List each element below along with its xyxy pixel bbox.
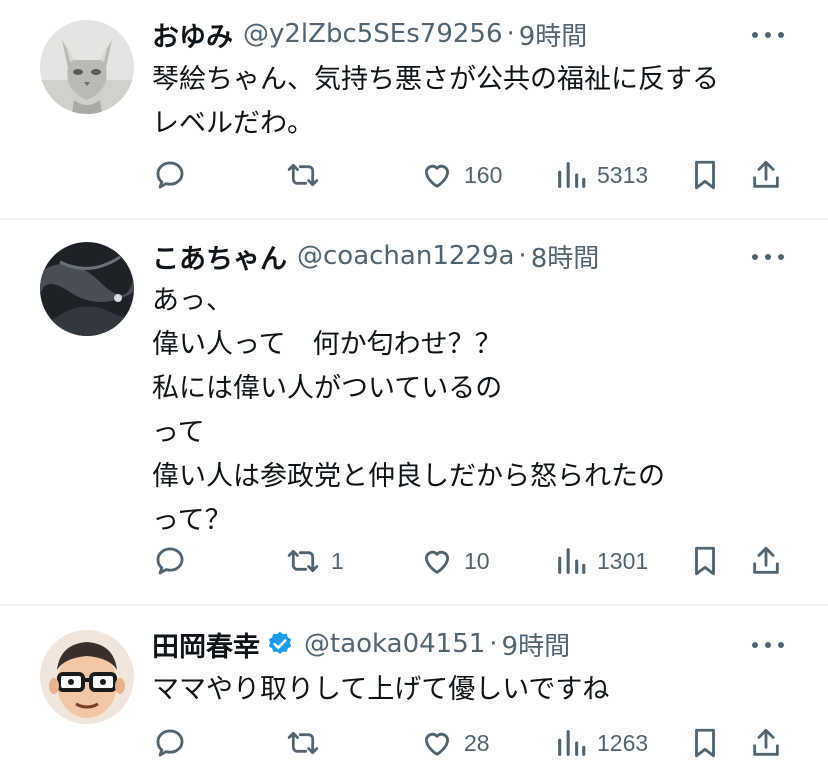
like-count: 160 [464,161,503,188]
heart-icon [424,732,450,756]
views-icon [558,162,586,188]
cartoon-avatar-image [40,630,134,724]
tweet[interactable]: おゆみ @y2lZbc5SEs79256 · 9時間 琴絵ちゃん、気持ち悪さが公… [0,0,828,218]
retweet-count: 1 [331,547,344,574]
bookmark-icon [695,728,715,758]
views-button[interactable]: 5313 [555,153,648,197]
tweet-text: 琴絵ちゃん、気持ち悪さが公共の福祉に反する レベルだわ。 [152,64,719,139]
avatar[interactable] [40,242,134,336]
display-name[interactable]: 田岡春幸 [152,625,260,664]
more-icon[interactable] [752,640,784,650]
retweet-icon [287,163,319,187]
separator: · [489,629,498,659]
reply-button[interactable] [153,539,197,583]
user-handle[interactable]: @taoka04151 [304,629,485,659]
tweet-actions: 160 5313 [0,153,828,197]
share-button[interactable] [750,153,782,197]
tweet-header: 田岡春幸 @taoka04151 · 9時間 [152,624,808,664]
abstract-avatar-image [40,242,134,336]
user-handle[interactable]: @coachan1229a [297,241,514,271]
bookmark-button[interactable] [690,721,720,765]
more-icon[interactable] [752,30,784,40]
views-icon [558,730,586,756]
retweet-button[interactable]: 1 [285,539,344,583]
share-button[interactable] [750,539,782,583]
like-button[interactable]: 10 [420,539,490,583]
tweet-actions: 1 10 1301 [0,539,828,583]
tweet-feed: おゆみ @y2lZbc5SEs79256 · 9時間 琴絵ちゃん、気持ち悪さが公… [0,0,828,782]
tweet[interactable]: 田岡春幸 @taoka04151 · 9時間 ママやり取りして上げて優しいですね… [0,606,828,782]
tweet-header: こあちゃん @coachan1229a · 8時間 [152,236,808,276]
reply-button[interactable] [153,153,197,197]
views-button[interactable]: 1301 [555,539,648,583]
view-count: 1301 [597,547,649,574]
bookmark-button[interactable] [690,153,720,197]
timestamp[interactable]: 8時間 [531,238,600,275]
reply-icon [156,729,184,757]
tweet-text: あっ、 偉い人って 何か匂わせ？？ 私には偉い人がついているの って 偉い人は参… [152,285,665,536]
retweet-icon [287,549,319,573]
user-handle[interactable]: @y2lZbc5SEs79256 [243,19,503,49]
avatar[interactable] [40,20,134,114]
reply-icon [156,547,184,575]
tweet[interactable]: こあちゃん @coachan1229a · 8時間 あっ、 偉い人って 何か匂わ… [0,220,828,604]
separator: · [518,241,527,271]
view-count: 1263 [597,729,649,756]
heart-icon [424,550,450,574]
views-icon [558,548,586,574]
share-button[interactable] [750,721,782,765]
reply-button[interactable] [153,721,197,765]
timestamp[interactable]: 9時間 [502,626,571,663]
display-name[interactable]: こあちゃん [152,237,287,276]
retweet-button[interactable] [285,721,331,765]
display-name[interactable]: おゆみ [152,15,233,54]
bookmark-icon [695,160,715,190]
reply-icon [156,161,184,189]
retweet-icon [287,731,319,755]
bookmark-icon [695,546,715,576]
tweet-text: ママやり取りして上げて優しいですね [152,674,610,705]
tweet-header: おゆみ @y2lZbc5SEs79256 · 9時間 [152,14,808,54]
cat-avatar-image [40,20,134,114]
like-button[interactable]: 160 [420,153,502,197]
bookmark-button[interactable] [690,539,720,583]
like-count: 10 [464,547,490,574]
like-button[interactable]: 28 [420,721,490,765]
like-count: 28 [464,729,490,756]
share-icon [753,728,779,756]
separator: · [506,19,515,49]
avatar[interactable] [40,630,134,724]
share-icon [753,160,779,188]
retweet-button[interactable] [285,153,331,197]
timestamp[interactable]: 9時間 [519,16,588,53]
heart-icon [424,164,450,188]
tweet-actions: 28 1263 [0,721,828,765]
verified-badge-icon [266,630,294,658]
views-button[interactable]: 1263 [555,721,648,765]
share-icon [753,546,779,574]
more-icon[interactable] [752,252,784,262]
view-count: 5313 [597,161,649,188]
